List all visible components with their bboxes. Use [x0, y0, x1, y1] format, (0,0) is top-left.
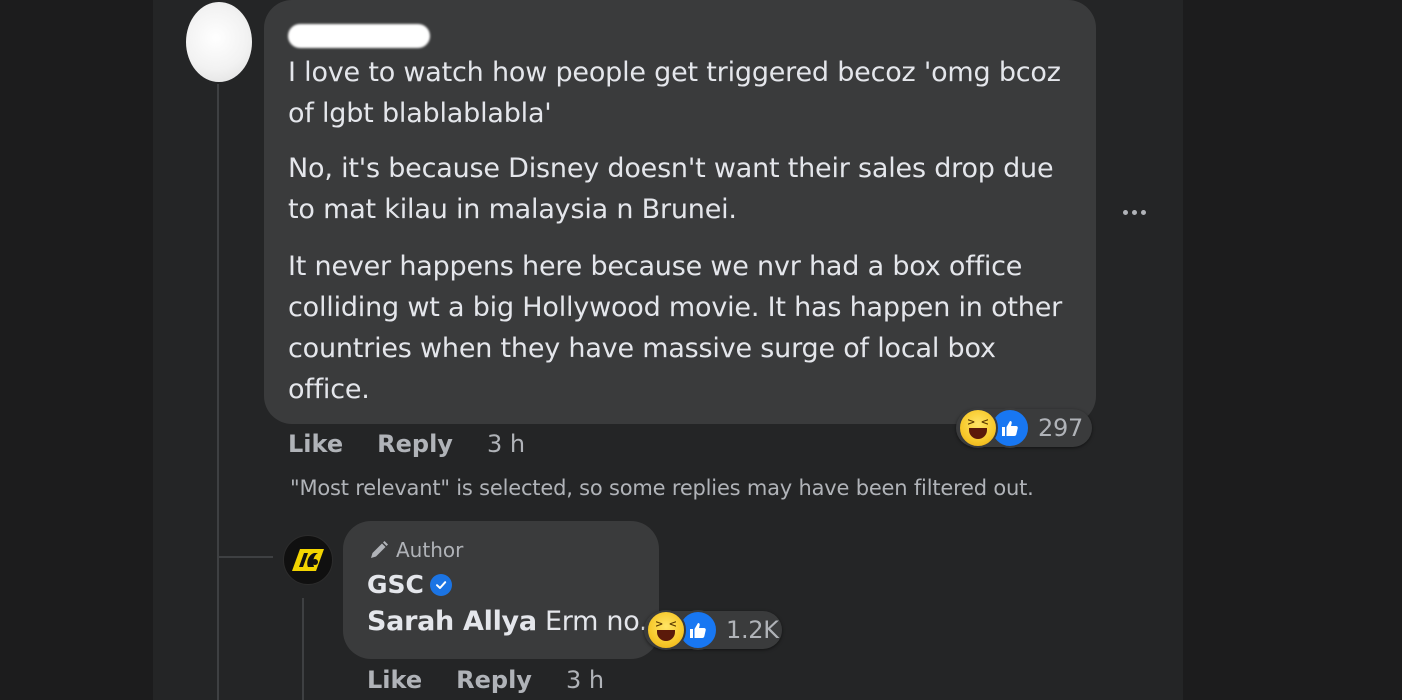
reply-author[interactable]: GSC — [367, 570, 452, 599]
reply-text: Sarah Allya Erm no. — [367, 606, 648, 637]
comment-paragraph: It never happens here because we nvr had… — [288, 251, 1063, 405]
reply-reaction-summary[interactable]: > < 1.2K — [644, 610, 782, 650]
reply-body: Erm no. — [545, 606, 648, 637]
reaction-count: 1.2K — [726, 616, 779, 644]
thread-line-branch — [217, 556, 273, 558]
more-horizontal-icon[interactable] — [1118, 198, 1150, 226]
comment-actions: Like Reply 3 h — [288, 430, 525, 458]
reply-button[interactable]: Reply — [377, 430, 453, 458]
verified-badge-icon — [429, 573, 452, 596]
reply-author-name[interactable]: GSC — [367, 570, 424, 599]
like-button[interactable]: Like — [288, 430, 343, 458]
reaction-count: 297 — [1038, 414, 1083, 442]
timestamp[interactable]: 3 h — [487, 430, 525, 458]
thread-line-reply — [302, 598, 304, 700]
like-button[interactable]: Like — [367, 666, 422, 694]
author-badge: Author — [368, 538, 463, 562]
mention-link[interactable]: Sarah Allya — [367, 606, 537, 637]
haha-icon: > < — [958, 408, 998, 448]
gsc-avatar[interactable] — [283, 535, 333, 585]
commenter-avatar[interactable] — [186, 2, 252, 82]
filter-notice: "Most relevant" is selected, so some rep… — [290, 476, 1034, 500]
reply-actions: Like Reply 3 h — [367, 666, 604, 694]
author-badge-label: Author — [396, 538, 464, 562]
timestamp[interactable]: 3 h — [566, 666, 604, 694]
reaction-summary[interactable]: > < 297 — [956, 408, 1092, 448]
comment-paragraph: I love to watch how people get triggered… — [288, 57, 1061, 129]
pencil-icon — [371, 541, 388, 558]
reply-button[interactable]: Reply — [456, 666, 532, 694]
haha-icon: > < — [646, 610, 686, 650]
comment-paragraph: No, it's because Disney doesn't want the… — [288, 153, 1054, 225]
thread-line-main — [217, 84, 219, 700]
commenter-name-redacted — [288, 24, 430, 48]
gsc-logo-icon — [292, 549, 324, 571]
